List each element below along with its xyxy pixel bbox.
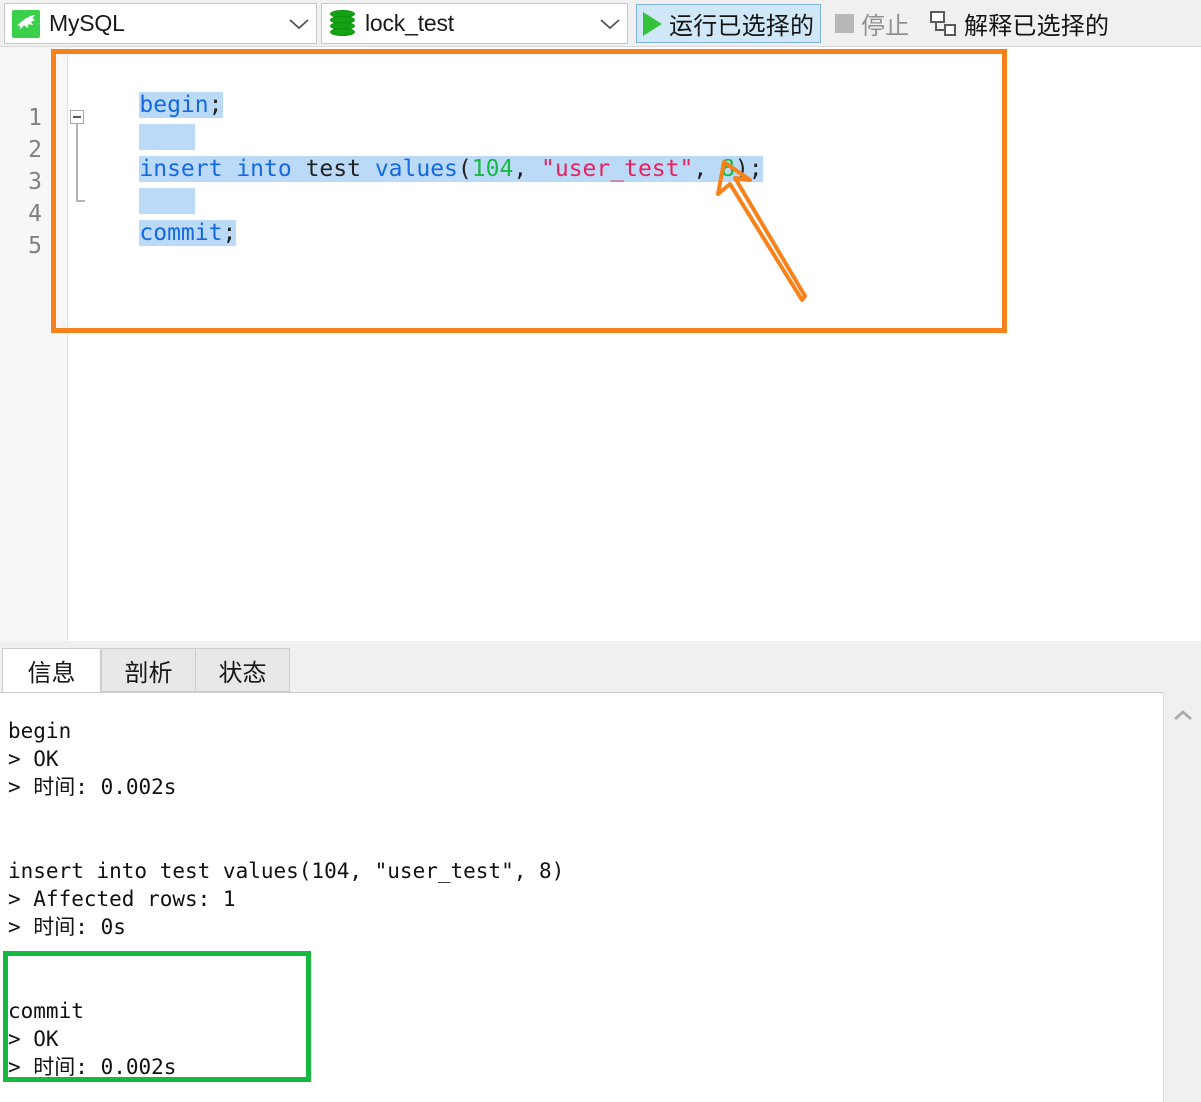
code-fold-collapse-icon[interactable] [70, 110, 84, 124]
code-line-5[interactable]: commit; [84, 185, 237, 281]
play-icon [643, 11, 662, 36]
line-number: 4 [28, 201, 42, 227]
explain-tree-icon [930, 10, 957, 37]
chevron-down-icon[interactable] [597, 17, 623, 31]
message-log-panel[interactable]: begin > OK > 时间: 0.002s insert into test… [0, 692, 1201, 1102]
mysql-dolphin-icon [12, 9, 40, 38]
editor-gutter: 1 2 3 4 5 [0, 47, 68, 641]
stop-label: 停止 [861, 13, 910, 40]
database-selector[interactable]: lock_test [321, 3, 628, 44]
run-selected-label: 运行已选择的 [669, 13, 815, 40]
connection-selector[interactable]: MySQL [4, 3, 317, 44]
message-log-text: begin > OK > 时间: 0.002s insert into test… [8, 719, 565, 1079]
tab-info-label: 信息 [27, 660, 76, 687]
tab-status[interactable]: 状态 [195, 648, 290, 692]
stop-button[interactable]: 停止 [829, 4, 915, 43]
run-selected-button[interactable]: 运行已选择的 [636, 4, 822, 43]
tab-info[interactable]: 信息 [2, 648, 101, 693]
tab-profile[interactable]: 剖析 [101, 648, 196, 692]
chevron-down-icon[interactable] [286, 17, 312, 31]
results-panel: 信息 剖析 状态 begin > OK > 时间: 0.002s insert … [0, 641, 1201, 1102]
code-fold-line [76, 124, 78, 202]
database-icon [329, 9, 356, 38]
chevron-up-icon[interactable] [1164, 692, 1201, 738]
connection-selector-value: MySQL [49, 10, 125, 36]
database-selector-value: lock_test [365, 10, 454, 36]
line-number: 2 [28, 137, 42, 163]
main-toolbar: MySQL lock_test 运行已选择的 停止 解释已选择的 [0, 0, 1201, 47]
explain-selected-button[interactable]: 解释已选择的 [924, 4, 1115, 43]
stop-square-icon [835, 14, 854, 33]
line-number: 1 [28, 105, 42, 131]
tab-status-label: 状态 [218, 659, 267, 687]
results-tabstrip: 信息 剖析 状态 [0, 648, 1201, 693]
tab-profile-label: 剖析 [124, 659, 173, 687]
explain-selected-label: 解释已选择的 [964, 13, 1110, 40]
sql-editor[interactable]: 1 2 3 4 5 begin; insert into test values… [0, 47, 1201, 641]
line-number: 3 [28, 169, 42, 195]
line-number: 5 [28, 233, 42, 259]
log-vertical-scrollbar[interactable] [1163, 692, 1201, 1102]
